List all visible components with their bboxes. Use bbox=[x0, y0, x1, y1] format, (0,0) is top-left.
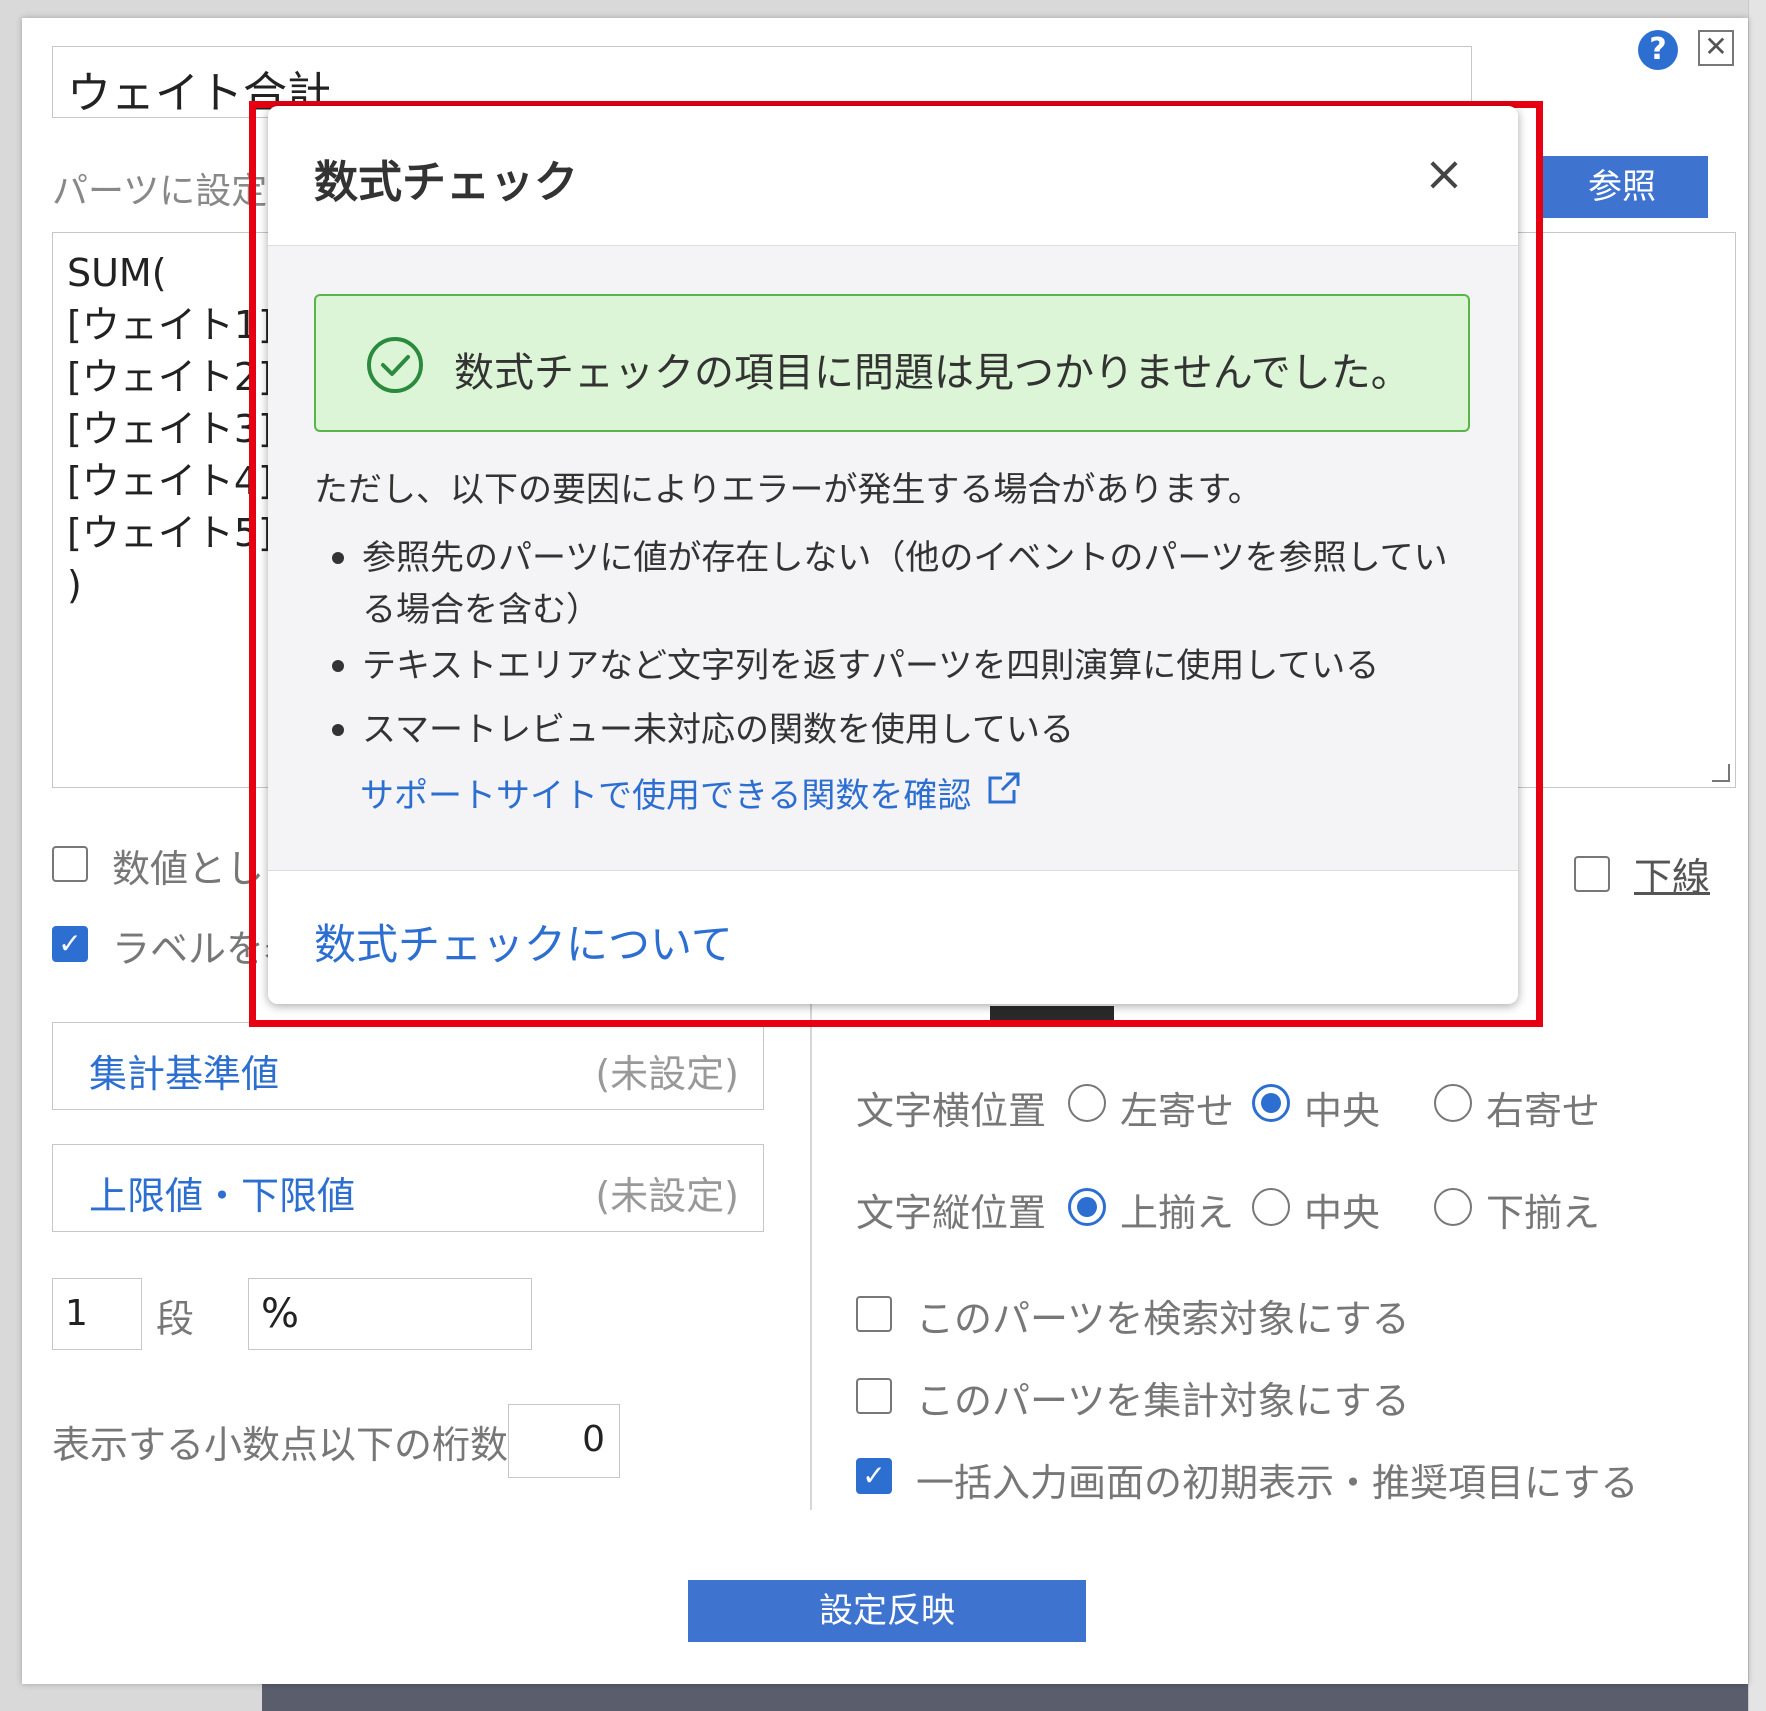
show-label-checkbox[interactable]: ✓ bbox=[52, 926, 88, 962]
modal-footer: 数式チェックについて bbox=[268, 870, 1518, 1004]
aggregate-base-name: 集計基準値 bbox=[89, 1052, 280, 1096]
decimals-label: 表示する小数点以下の桁数 bbox=[52, 1423, 509, 1467]
h-align-center-label: 中央 bbox=[1304, 1089, 1381, 1133]
apply-settings-button[interactable]: 設定反映 bbox=[688, 1580, 1086, 1642]
v-align-label: 文字縦位置 bbox=[856, 1191, 1047, 1235]
modal-header: 数式チェック × bbox=[268, 106, 1518, 246]
list-item: 参照先のパーツに値が存在しない（他のイベントのパーツを参照している場合を含む） bbox=[332, 532, 1452, 636]
v-align-top-label: 上揃え bbox=[1120, 1191, 1235, 1235]
support-site-link[interactable]: サポートサイトで使用できる関数を確認 bbox=[360, 768, 971, 817]
limit-state: (未設定) bbox=[595, 1174, 739, 1218]
resize-handle-icon[interactable] bbox=[1712, 764, 1730, 782]
aggregate-base-state: (未設定) bbox=[595, 1052, 739, 1096]
h-align-left-label: 左寄せ bbox=[1120, 1089, 1235, 1133]
bulk-input-label: 一括入力画面の初期表示・推奨項目にする bbox=[916, 1461, 1639, 1505]
h-align-center-radio[interactable] bbox=[1252, 1084, 1290, 1122]
list-item-text: テキストエリアなど文字列を返すパーツを四則演算に使用している bbox=[362, 646, 1380, 686]
about-formula-check-link[interactable]: 数式チェックについて bbox=[314, 911, 733, 972]
v-align-bottom-label: 下揃え bbox=[1486, 1191, 1601, 1235]
reference-button[interactable]: 参照 bbox=[1536, 156, 1708, 218]
h-align-right-label: 右寄せ bbox=[1486, 1089, 1601, 1133]
suffix-input[interactable]: % bbox=[248, 1278, 532, 1350]
v-align-top-radio[interactable] bbox=[1068, 1188, 1106, 1226]
background-taskbar bbox=[262, 1684, 1766, 1711]
modal-close-icon[interactable]: × bbox=[1416, 146, 1472, 202]
rows-unit: 段 bbox=[156, 1297, 195, 1341]
modal-title: 数式チェック bbox=[314, 157, 578, 208]
v-align-bottom-radio[interactable] bbox=[1434, 1188, 1472, 1226]
limit-field[interactable]: 上限値・下限値 (未設定) bbox=[52, 1144, 764, 1232]
background-scroll-edge bbox=[1748, 0, 1766, 1711]
parts-setting-label: パーツに設定 bbox=[52, 171, 268, 212]
decimals-input[interactable]: 0 bbox=[508, 1404, 620, 1478]
list-item: スマートレビュー未対応の関数を使用している bbox=[332, 704, 1452, 756]
formula-check-modal: 数式チェック × 数式チェックの項目に問題は見つかりませんでした。 ただし、以下… bbox=[268, 106, 1518, 1004]
dialog-close-icon[interactable]: ✕ bbox=[1698, 30, 1734, 66]
as-number-checkbox[interactable] bbox=[52, 846, 88, 882]
note-text: ただし、以下の要因によりエラーが発生する場合があります。 bbox=[314, 470, 1262, 510]
aggregate-target-label: このパーツを集計対象にする bbox=[916, 1379, 1410, 1423]
limit-name: 上限値・下限値 bbox=[89, 1174, 356, 1218]
search-target-checkbox[interactable] bbox=[856, 1296, 892, 1332]
underline-checkbox[interactable] bbox=[1574, 856, 1610, 892]
v-align-middle-label: 中央 bbox=[1304, 1191, 1381, 1235]
h-align-left-radio[interactable] bbox=[1068, 1084, 1106, 1122]
bulk-input-checkbox[interactable]: ✓ bbox=[856, 1458, 892, 1494]
column-divider bbox=[810, 1000, 812, 1510]
list-item: テキストエリアなど文字列を返すパーツを四則演算に使用している bbox=[332, 640, 1452, 692]
rows-input[interactable]: 1 bbox=[52, 1278, 142, 1350]
success-text: 数式チェックの項目に問題は見つかりませんでした。 bbox=[454, 350, 1411, 396]
as-number-label: 数値とし bbox=[112, 847, 265, 891]
list-item-text: スマートレビュー未対応の関数を使用している bbox=[362, 710, 1074, 750]
h-align-label: 文字横位置 bbox=[856, 1089, 1047, 1133]
v-align-middle-radio[interactable] bbox=[1252, 1188, 1290, 1226]
underline-label: 下線 bbox=[1634, 855, 1711, 899]
search-target-label: このパーツを検索対象にする bbox=[916, 1297, 1410, 1341]
external-link-icon[interactable] bbox=[984, 768, 1024, 808]
h-align-right-radio[interactable] bbox=[1434, 1084, 1472, 1122]
success-message-box: 数式チェックの項目に問題は見つかりませんでした。 bbox=[314, 294, 1470, 432]
list-item-text: 参照先のパーツに値が存在しない（他のイベントのパーツを参照している場合を含む） bbox=[362, 538, 1448, 630]
help-icon[interactable]: ? bbox=[1638, 30, 1678, 70]
check-circle-icon bbox=[367, 337, 423, 393]
aggregate-base-field[interactable]: 集計基準値 (未設定) bbox=[52, 1022, 764, 1110]
aggregate-target-checkbox[interactable] bbox=[856, 1378, 892, 1414]
